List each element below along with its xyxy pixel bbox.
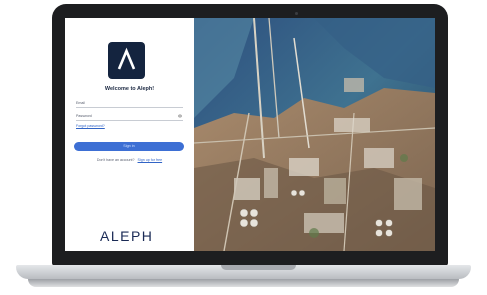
forgot-password-link[interactable]: Forgot password? [76, 124, 105, 128]
welcome-heading: Welcome to Aleph! [104, 86, 155, 92]
password-placeholder: Password [76, 114, 92, 118]
signup-row: Don't have an account? Sign up for free [65, 158, 194, 162]
email-field[interactable]: Email [76, 100, 183, 108]
eye-icon[interactable] [178, 114, 182, 118]
aleph-wordmark: ALEPH [100, 228, 154, 244]
base-notch [221, 265, 296, 270]
email-placeholder: Email [76, 101, 85, 105]
laptop-base [16, 265, 471, 279]
sign-up-link[interactable]: Sign up for free [138, 158, 163, 162]
sign-in-button[interactable]: Sign in [74, 142, 184, 151]
no-account-text: Don't have an account? [96, 158, 135, 162]
laptop-base-shadow [28, 279, 459, 287]
aleph-logo-icon [108, 42, 145, 79]
login-panel: Welcome to Aleph! Email Password Forgot … [65, 18, 194, 251]
screen: Welcome to Aleph! Email Password Forgot … [65, 18, 435, 251]
password-field[interactable]: Password [76, 113, 183, 121]
camera-icon [295, 12, 298, 15]
satellite-image [194, 18, 435, 251]
